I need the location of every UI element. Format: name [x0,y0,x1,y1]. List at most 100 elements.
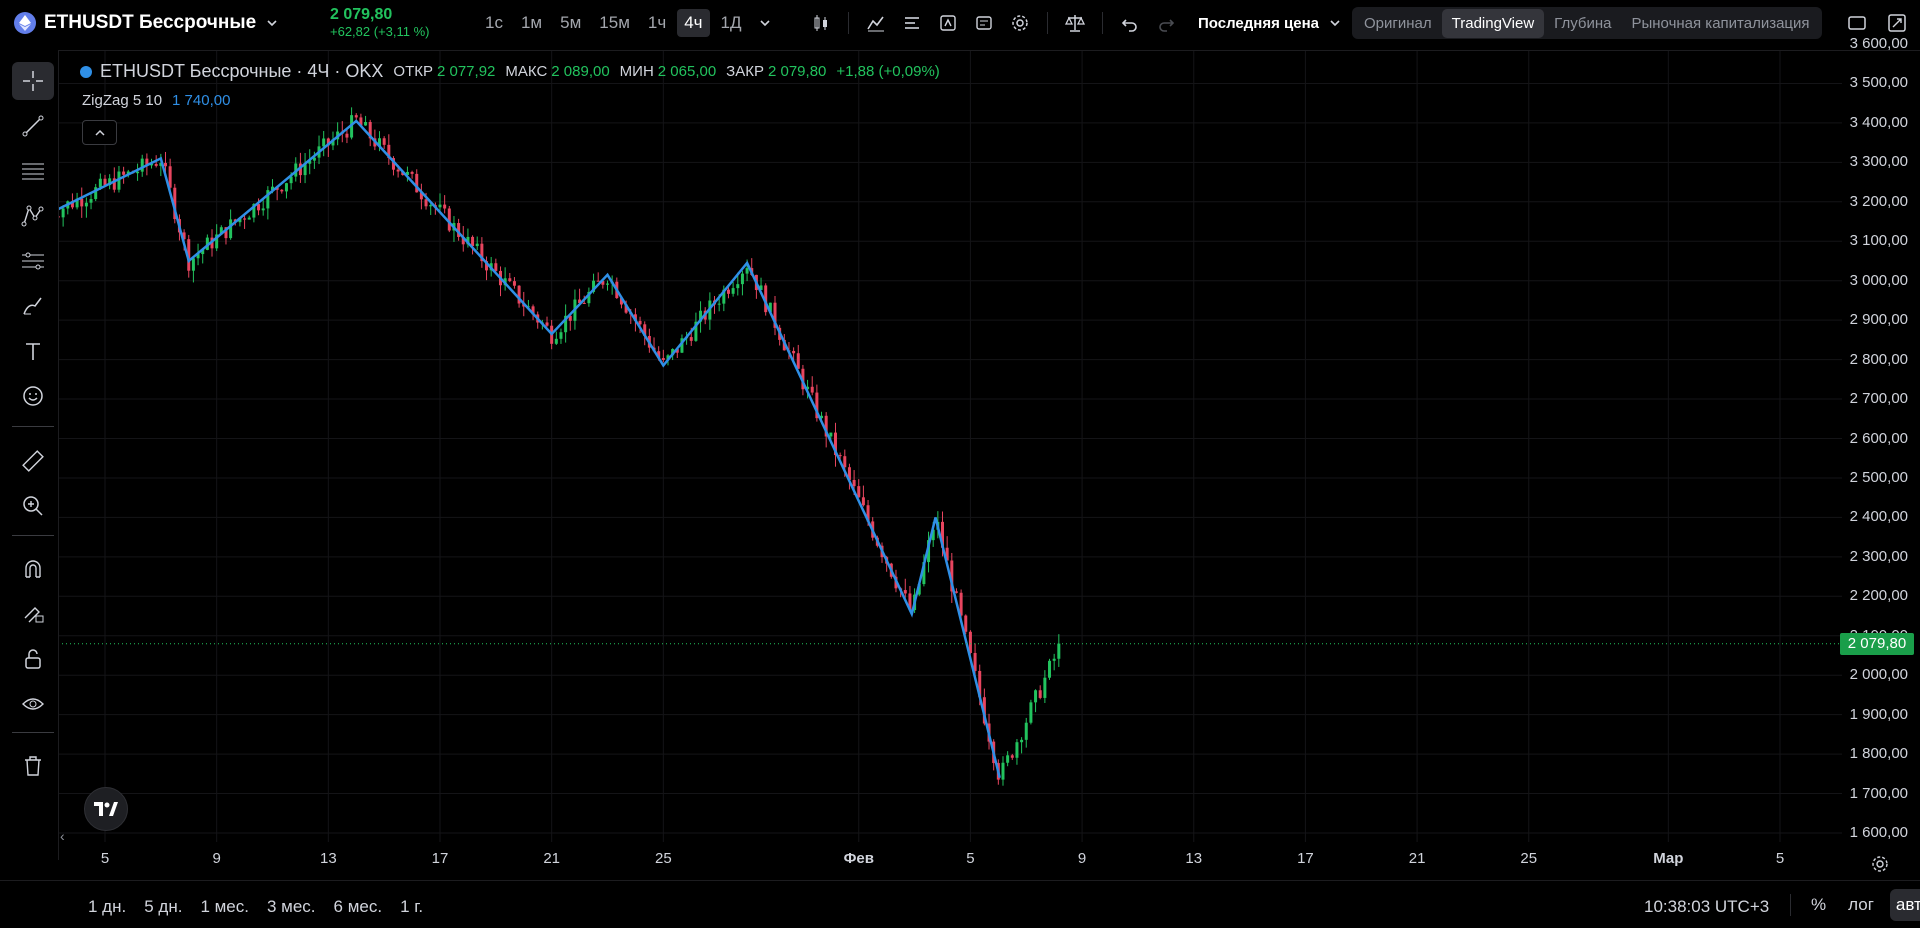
alert-icon[interactable] [971,10,997,36]
trend-line-icon[interactable] [12,107,54,145]
interval-5m[interactable]: 5м [553,9,588,37]
candle [954,591,958,593]
interval-15m[interactable]: 15м [592,9,637,37]
indicators-icon[interactable] [863,10,889,36]
layout-icon[interactable] [899,10,925,36]
candle [391,158,395,170]
candle [1020,739,1024,743]
candle [312,157,316,161]
chart-mode-switch: Оригинал TradingView Глубина Рыночная ка… [1352,7,1822,39]
divider [12,426,54,427]
candles-icon[interactable] [808,10,834,36]
interval-1d[interactable]: 1Д [714,9,749,37]
candle [694,321,698,341]
mode-depth[interactable]: Глубина [1544,9,1621,38]
range-1d[interactable]: 1 дн. [80,895,134,919]
lock-icon[interactable] [12,640,54,678]
time-tick-label: 5 [1775,850,1785,867]
chart-legend: ETHUSDT Бессрочные · 4Ч · OKX ОТКР 2 077,… [80,61,940,82]
percent-scale-toggle[interactable]: % [1805,889,1832,921]
range-selector: 1 дн. 5 дн. 1 мес. 3 мес. 6 мес. 1 г. [80,895,431,919]
price-axis[interactable]: 3 600,00 3 500,00 3 400,00 3 300,00 3 200,00… [1842,0,1920,927]
candle [359,117,363,126]
candle [471,236,475,247]
zoom-in-icon[interactable] [12,487,54,525]
candle [927,540,931,563]
price-tick-label: 2 500,00 [1849,468,1908,486]
chevron-down-icon[interactable] [264,15,280,31]
pattern-icon[interactable] [12,197,54,235]
candle [238,218,242,223]
ruler-icon[interactable] [12,442,54,480]
candle [503,278,507,286]
chevron-left-icon[interactable]: ‹ [60,828,65,844]
interval-4h[interactable]: 4ч [677,9,710,37]
candle [66,201,70,209]
candle [410,171,414,174]
range-5d[interactable]: 5 дн. [136,895,190,919]
candle [889,563,893,577]
log-scale-toggle[interactable]: лог [1842,889,1880,921]
scales-icon[interactable] [1062,10,1088,36]
candle [461,236,465,245]
range-1m[interactable]: 1 мес. [192,895,257,919]
candle [485,261,489,271]
range-1y[interactable]: 1 г. [392,895,431,919]
symbol-selector[interactable]: ETHUSDT Бессрочные [14,0,280,46]
redo-icon[interactable] [1153,10,1179,36]
candle [419,192,423,200]
candle [117,171,121,190]
text-icon[interactable] [12,332,54,370]
candle [345,133,349,138]
time-axis[interactable]: 5 9 13 17 21 25 Фев 5 9 13 17 21 25 Мар 5 [0,850,1840,874]
crosshair-icon[interactable] [12,62,54,100]
gear-icon[interactable] [1007,10,1033,36]
candle [480,243,484,262]
candle [168,166,172,188]
candle [917,584,921,595]
candle [866,505,870,522]
collapse-legend-button[interactable] [82,120,117,145]
emoji-icon[interactable] [12,377,54,415]
candle [554,338,558,344]
undo-icon[interactable] [1117,10,1143,36]
interval-1s[interactable]: 1с [478,9,510,37]
mode-tradingview[interactable]: TradingView [1441,8,1545,38]
clock[interactable]: 10:38:03 UTC+3 [1644,897,1769,917]
trash-icon[interactable] [12,747,54,785]
candle [498,270,502,286]
forecast-icon[interactable] [12,242,54,280]
price-source-selector[interactable]: Последняя цена [1198,0,1343,46]
interval-1h[interactable]: 1ч [641,9,673,37]
candle [336,131,340,140]
range-6m[interactable]: 6 мес. [326,895,391,919]
eye-icon[interactable] [12,685,54,723]
candle [978,670,982,698]
fib-retracement-icon[interactable] [12,152,54,190]
mode-original[interactable]: Оригинал [1354,9,1442,38]
candle [1048,660,1052,678]
candle [638,320,642,325]
tradingview-logo-icon[interactable] [84,787,128,831]
candle [261,208,265,211]
range-3m[interactable]: 3 мес. [259,895,324,919]
brush-icon[interactable] [12,287,54,325]
price-tick-label: 1 600,00 [1849,824,1908,841]
candle [526,306,530,308]
candle [294,163,298,177]
candle [424,199,428,207]
interval-1m[interactable]: 1м [514,9,549,37]
time-tick-label: 9 [1077,850,1087,867]
auto-scale-toggle[interactable]: авто [1889,889,1920,921]
replay-icon[interactable] [935,10,961,36]
magnet-icon[interactable] [12,550,54,588]
drawing-toolbar [0,50,59,860]
chevron-down-icon[interactable] [752,10,778,36]
mode-market-cap[interactable]: Рыночная капитализация [1621,9,1819,38]
zigzag-indicator-legend[interactable]: ZigZag 5 10 1 740,00 [82,92,230,109]
candle [578,299,582,303]
candle [810,386,814,393]
price-chart[interactable] [0,0,1920,927]
lock-drawings-icon[interactable] [12,595,54,633]
axis-settings-icon[interactable] [1868,852,1892,876]
